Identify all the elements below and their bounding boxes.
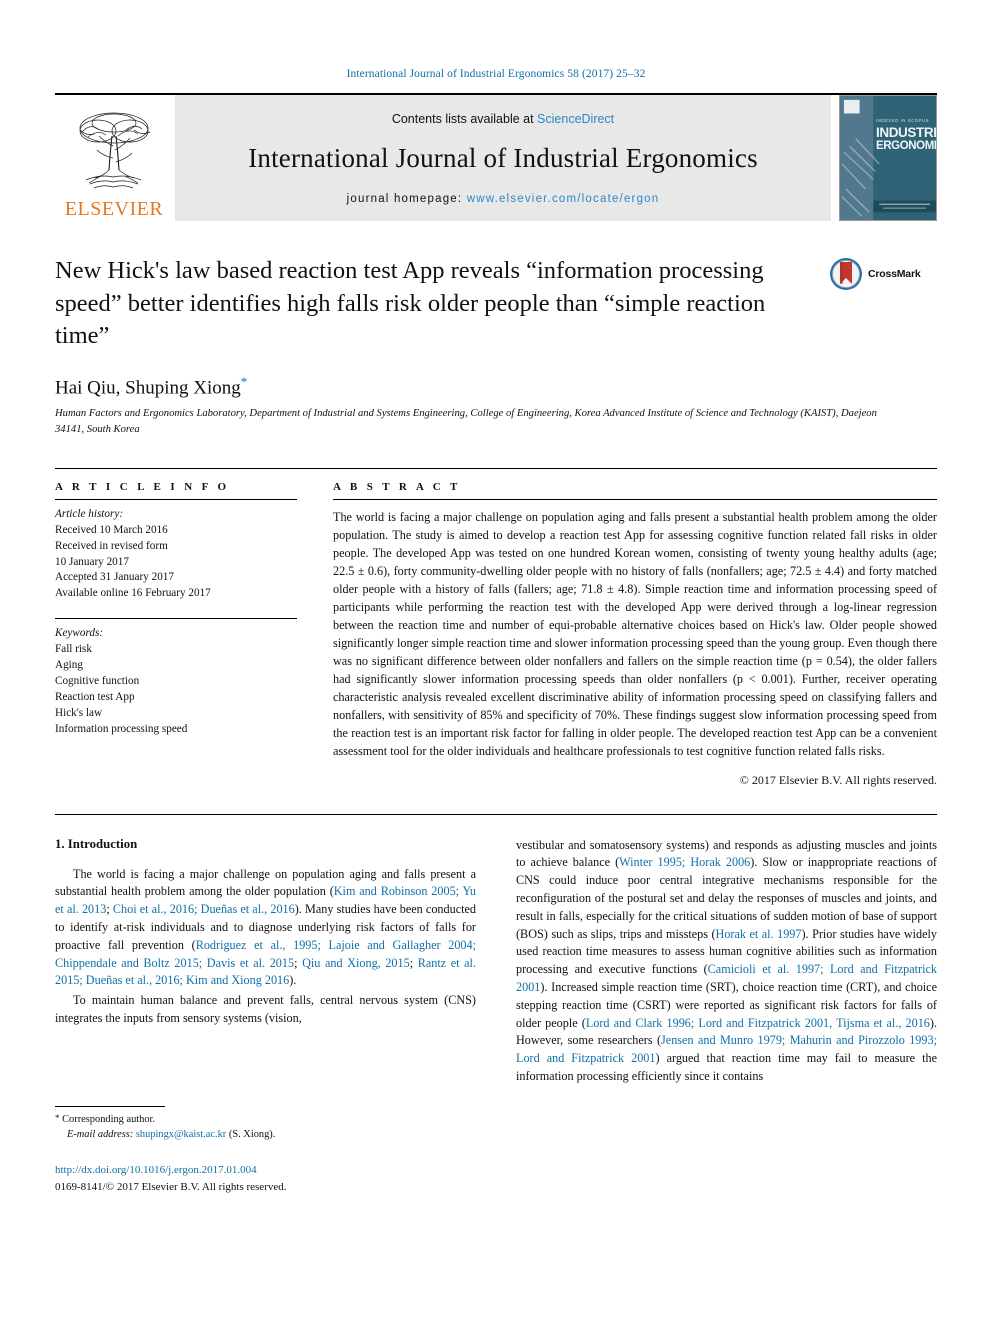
article-title: New Hick's law based reaction test App r… [55,257,766,350]
journal-masthead: ELSEVIER Contents lists available at Sci… [55,93,937,221]
article-first-page: International Journal of Industrial Ergo… [0,0,992,1323]
elsevier-logo: ELSEVIER [55,95,173,221]
info-abstract-section: A R T I C L E I N F O Article history: R… [55,467,937,788]
contents-lists-prefix: Contents lists available at [391,111,538,126]
article-info-heading: A R T I C L E I N F O [55,480,230,493]
contents-lists-line: Contents lists available at ScienceDirec… [392,112,614,126]
crossmark-label: CrossMark [868,268,921,280]
article-info-column: A R T I C L E I N F O Article history: R… [55,481,297,788]
journal-band: Contents lists available at ScienceDirec… [175,95,831,221]
history-item: Accepted 31 January 2017 [55,571,174,584]
crossmark-badge[interactable]: CrossMark [829,257,937,291]
corresponding-author-footnote: * Corresponding author. E-mail address: … [55,1112,937,1143]
doi-link[interactable]: http://dx.doi.org/10.1016/j.ergon.2017.0… [55,1162,937,1179]
homepage-label: journal homepage: [346,192,467,205]
keywords-label: Keywords: [55,627,104,640]
journal-title: International Journal of Industrial Ergo… [248,142,758,173]
keyword-item: Hick's law [55,706,103,719]
cover-title-line-2: ERGONOMICS [876,140,936,153]
citation-link[interactable]: Choi et al., 2016; Dueñas et al., 2016 [113,902,295,916]
section-title-introduction: 1. Introduction [55,836,138,851]
cover-title-line-1: INDUSTRIAL [876,125,936,140]
history-item: Received 10 March 2016 [55,523,168,536]
abstract-column: A B S T R A C T The world is facing a ma… [333,481,937,788]
elsevier-tree-icon [68,106,160,198]
article-history-block: Article history: Received 10 March 2016 … [55,500,297,602]
title-area: CrossMark New Hick's law based reaction … [55,255,937,438]
keyword-item: Aging [55,659,83,672]
journal-homepage-line: journal homepage: www.elsevier.com/locat… [347,193,660,205]
body-text: ; [409,955,418,970]
author-list: Hai Qiu, Shuping Xiong* [55,374,937,399]
abstract-heading: A B S T R A C T [333,480,461,493]
article-history-label: Article history: [55,507,124,520]
elsevier-wordmark: ELSEVIER [64,198,164,220]
corresponding-author-text: Corresponding author. [62,1113,156,1125]
abstract-copyright: © 2017 Elsevier B.V. All rights reserved… [739,772,937,787]
homepage-url-link[interactable]: www.elsevier.com/locate/ergon [467,193,660,205]
paragraph: vestibular and somatosensory systems) an… [516,837,937,1086]
keyword-item: Cognitive function [55,675,140,687]
email-suffix: (S. Xiong). [228,1129,276,1141]
footnote-rule [55,1105,165,1107]
history-item: Available online 16 February 2017 [55,587,211,600]
keywords-block: Keywords: Fall risk Aging Cognitive func… [55,619,297,737]
keyword-item: Information processing speed [55,722,188,735]
body-column-left: 1. Introduction The world is facing a ma… [55,837,476,1088]
corresponding-author-marker: * [240,373,248,389]
journal-cover-thumbnail[interactable]: INDEXED IN SCOPUS INDUSTRIAL ERGONOMICS [839,95,937,221]
footnote-area: * Corresponding author. E-mail address: … [55,1105,937,1143]
body-columns: 1. Introduction The world is facing a ma… [55,813,937,1088]
author-affiliation: Human Factors and Ergonomics Laboratory,… [55,408,877,435]
history-item: Received in revised form [55,539,168,552]
body-text: To maintain human balance and prevent fa… [55,993,476,1025]
paragraph: The world is facing a major challenge on… [55,866,476,991]
keyword-item: Reaction test App [55,690,135,703]
author-names: Hai Qiu, Shuping Xiong [55,377,241,399]
keyword-item: Fall risk [55,643,92,656]
cover-kicker: INDEXED IN SCOPUS [876,118,930,123]
paragraph: To maintain human balance and prevent fa… [55,992,476,1028]
footnote-star: * [55,1112,60,1123]
running-head: International Journal of Industrial Ergo… [346,68,646,80]
sciencedirect-link[interactable]: ScienceDirect [537,112,614,126]
email-label: E-mail address: [67,1129,134,1141]
crossmark-logo-icon [830,258,862,290]
body-column-right: vestibular and somatosensory systems) an… [516,837,937,1088]
citation-link[interactable]: Lord and Clark 1996; Lord and Fitzpatric… [586,1016,930,1030]
body-text: ; [294,955,303,970]
citation-link[interactable]: Winter 1995; Horak 2006 [619,855,750,869]
history-item: 10 January 2017 [55,555,129,568]
abstract-text: The world is facing a major challenge on… [333,509,937,759]
citation-link[interactable]: Qiu and Xiong, 2015 [302,956,410,970]
email-link[interactable]: shupingx@kaist.ac.kr [136,1129,226,1140]
body-text: ). [289,973,297,988]
footer-doi-block: http://dx.doi.org/10.1016/j.ergon.2017.0… [55,1162,937,1195]
issn-copyright-line: 0169-8141/© 2017 Elsevier B.V. All right… [55,1180,287,1193]
citation-link[interactable]: Horak et al. 1997 [716,927,802,941]
